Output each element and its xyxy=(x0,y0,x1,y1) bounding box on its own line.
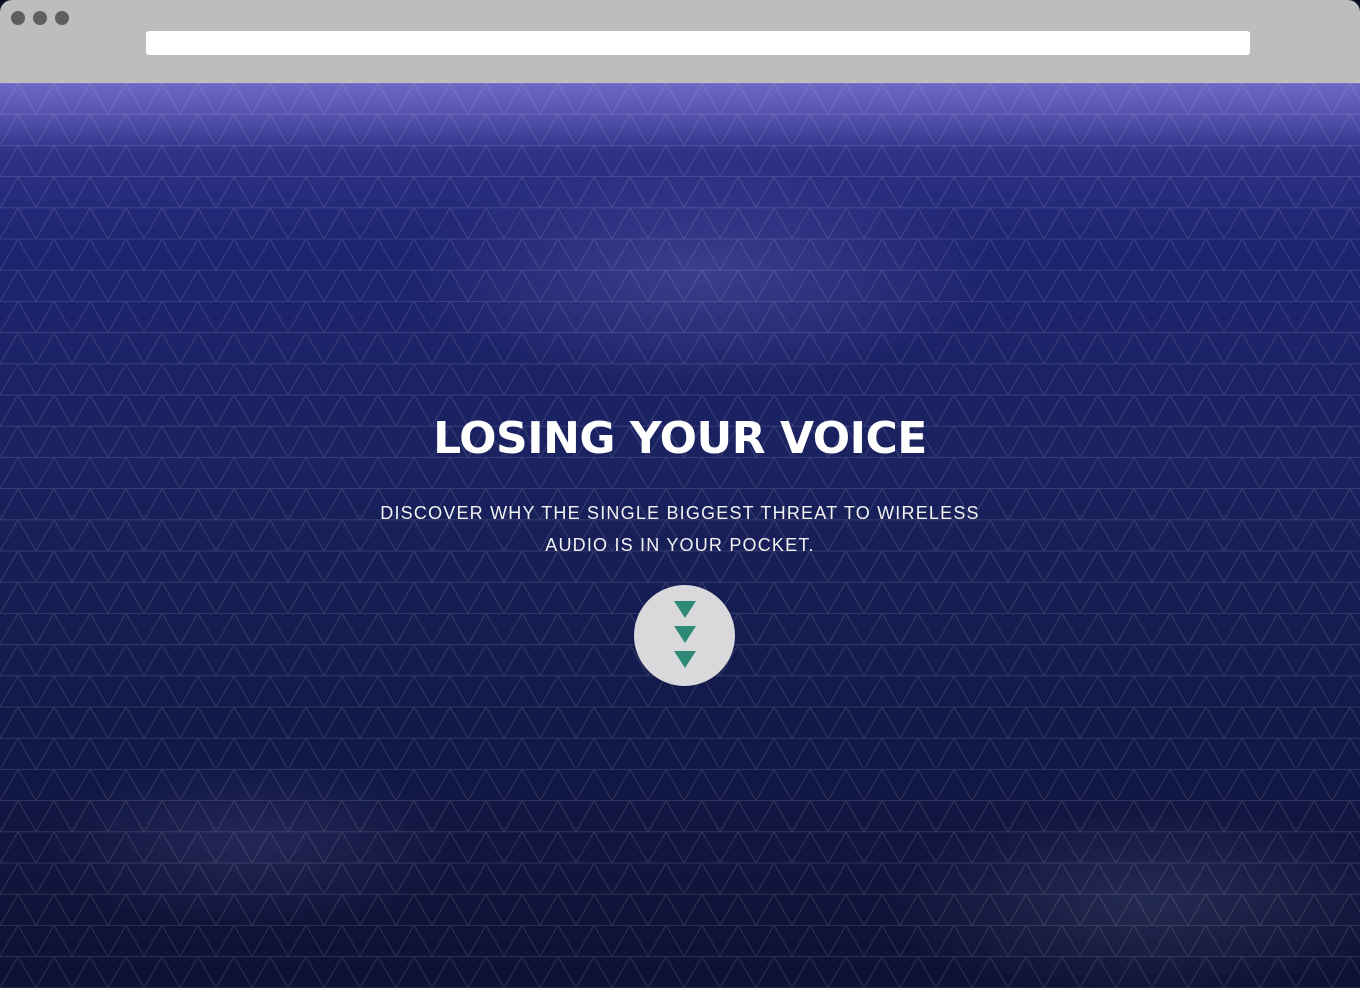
scroll-down-button[interactable] xyxy=(634,585,735,686)
window-close-dot[interactable] xyxy=(11,11,25,25)
browser-chrome xyxy=(0,0,1360,83)
address-bar[interactable] xyxy=(146,31,1250,55)
browser-window: LOSING YOUR VOICE DISCOVER WHY THE SINGL… xyxy=(0,0,1360,988)
triple-chevron-down-icon xyxy=(674,601,696,668)
window-minimize-dot[interactable] xyxy=(33,11,47,25)
hero-section: LOSING YOUR VOICE DISCOVER WHY THE SINGL… xyxy=(0,83,1360,988)
hero-title: LOSING YOUR VOICE xyxy=(433,413,927,464)
hero-subtitle: DISCOVER WHY THE SINGLE BIGGEST THREAT T… xyxy=(380,503,980,555)
window-maximize-dot[interactable] xyxy=(55,11,69,25)
